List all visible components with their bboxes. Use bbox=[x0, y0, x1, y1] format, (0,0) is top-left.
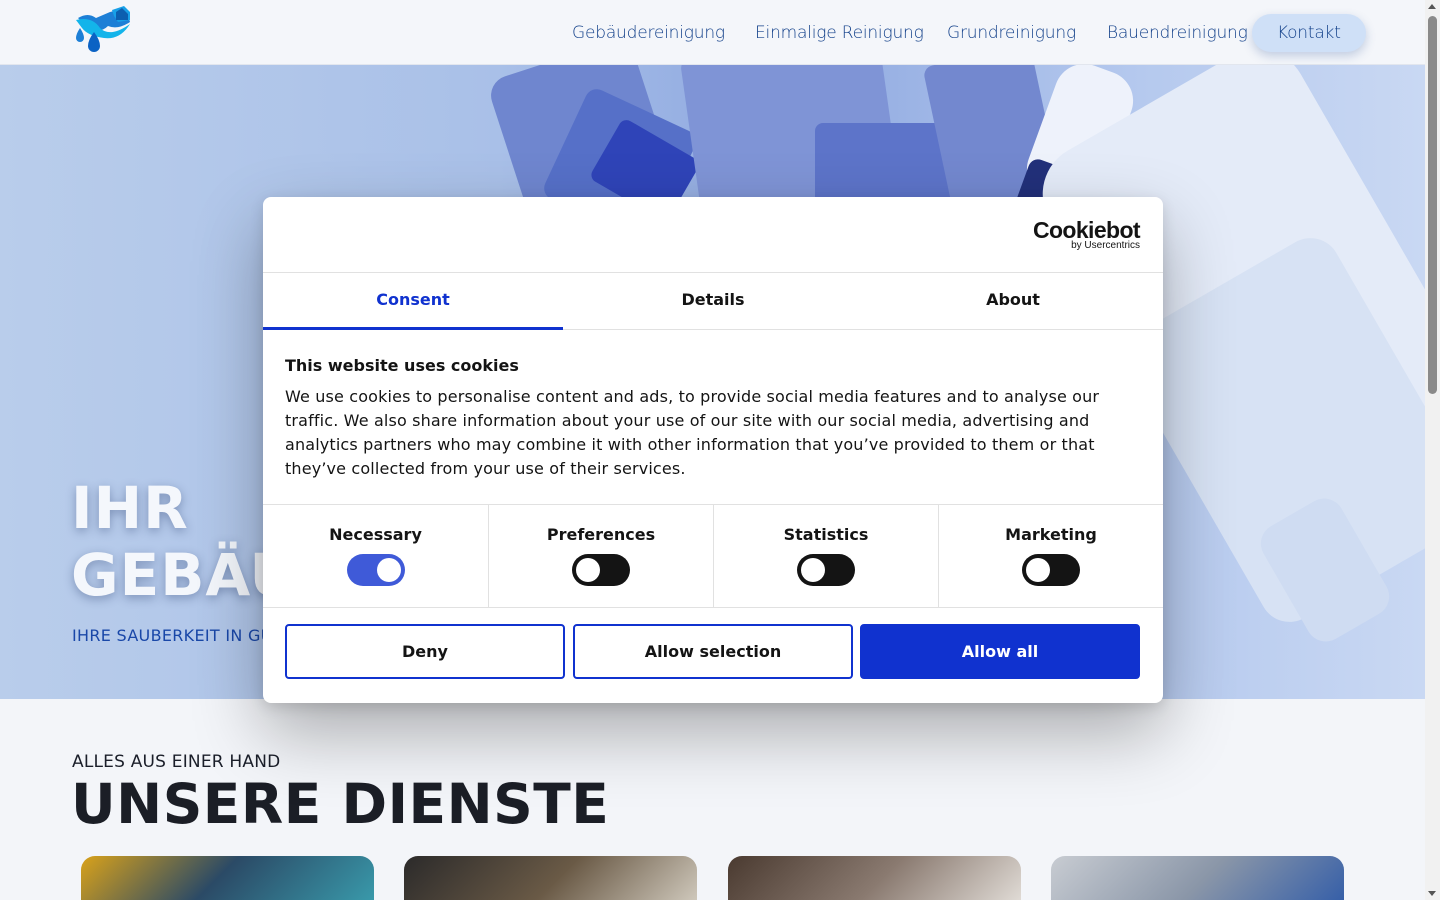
cookie-consent-dialog: Cookiebot by Usercentrics Consent Detail… bbox=[263, 197, 1163, 703]
toggle-knob bbox=[576, 558, 600, 582]
scroll-down-arrow-icon[interactable] bbox=[1428, 891, 1436, 896]
service-card-image[interactable] bbox=[404, 856, 697, 900]
hero-subtitle: IHRE SAUBERKEIT IN GU bbox=[72, 626, 273, 645]
cookiebot-brand: Cookiebot bbox=[1032, 217, 1141, 243]
toggle-label-statistics: Statistics bbox=[783, 525, 869, 544]
toggle-cell-statistics: Statistics bbox=[713, 505, 938, 608]
cookie-description: We use cookies to personalise content an… bbox=[285, 387, 1100, 478]
cookie-tabs: Consent Details About bbox=[263, 272, 1163, 330]
allow-all-button[interactable]: Allow all bbox=[860, 624, 1140, 679]
toggle-cell-marketing: Marketing bbox=[938, 505, 1163, 608]
marketing-toggle[interactable] bbox=[1022, 554, 1080, 586]
nav-kontakt-button[interactable]: Kontakt bbox=[1252, 14, 1366, 52]
deny-button[interactable]: Deny bbox=[285, 624, 565, 679]
toggle-label-necessary: Necessary bbox=[329, 525, 422, 544]
service-card-image[interactable] bbox=[728, 856, 1021, 900]
page-scrollbar[interactable] bbox=[1425, 0, 1440, 900]
toggle-cell-preferences: Preferences bbox=[488, 505, 713, 608]
scrollbar-thumb[interactable] bbox=[1428, 16, 1437, 394]
nav-bauendreinigung[interactable]: Bauendreinigung bbox=[1107, 14, 1248, 52]
nav-einmalige-reinigung[interactable]: Einmalige Reinigung bbox=[755, 14, 924, 52]
tab-details[interactable]: Details bbox=[563, 273, 863, 330]
toggle-cell-necessary: Necessary bbox=[263, 505, 488, 608]
tab-about[interactable]: About bbox=[863, 273, 1163, 330]
toggle-knob bbox=[1026, 558, 1050, 582]
cookie-category-toggles: Necessary Preferences Statistics Marketi… bbox=[263, 504, 1163, 608]
cookie-heading: This website uses cookies bbox=[285, 356, 519, 375]
preferences-toggle[interactable] bbox=[572, 554, 630, 586]
nav-grundreinigung[interactable]: Grundreinigung bbox=[947, 14, 1076, 52]
necessary-toggle[interactable] bbox=[346, 554, 405, 586]
statistics-toggle[interactable] bbox=[797, 554, 855, 586]
cookiebot-logo: Cookiebot by Usercentrics bbox=[1032, 217, 1141, 251]
site-header: Gebäudereinigung Einmalige Reinigung Gru… bbox=[0, 0, 1425, 65]
scroll-up-arrow-icon[interactable] bbox=[1428, 4, 1436, 9]
toggle-knob bbox=[376, 558, 401, 582]
toggle-label-preferences: Preferences bbox=[546, 525, 656, 544]
main-nav: Gebäudereinigung Einmalige Reinigung Gru… bbox=[0, 14, 1425, 52]
services-title: UNSERE DIENSTE bbox=[71, 772, 610, 836]
nav-gebaeudereinigung[interactable]: Gebäudereinigung bbox=[572, 14, 725, 52]
toggle-knob bbox=[801, 558, 825, 582]
toggle-label-marketing: Marketing bbox=[1005, 525, 1097, 544]
service-card-image[interactable] bbox=[81, 856, 374, 900]
tab-consent[interactable]: Consent bbox=[263, 273, 563, 330]
allow-selection-button[interactable]: Allow selection bbox=[573, 624, 853, 679]
services-kicker: ALLES AUS EINER HAND bbox=[72, 752, 281, 772]
service-card-image[interactable] bbox=[1051, 856, 1344, 900]
